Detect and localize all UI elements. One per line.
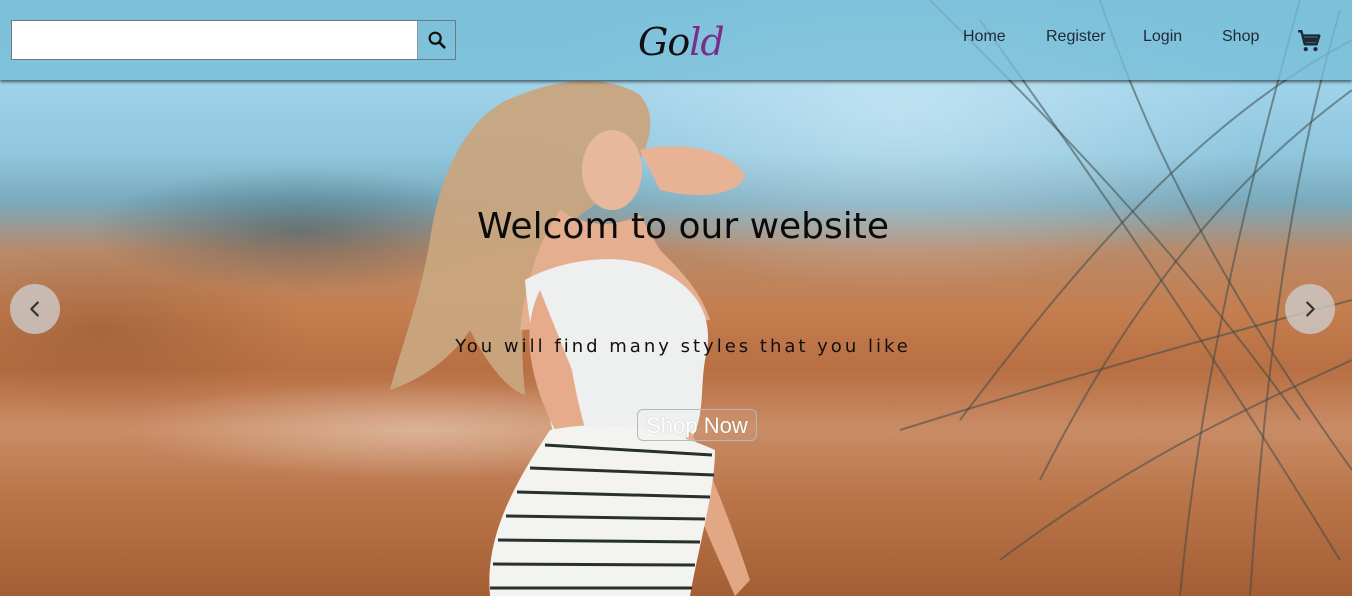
search-bar xyxy=(11,20,456,60)
nav-shop-link[interactable]: Shop xyxy=(1222,28,1259,46)
hero-model-image xyxy=(390,0,1352,596)
hero-subtitle: You will find many styles that you like xyxy=(455,336,911,357)
chevron-right-icon xyxy=(1306,301,1315,317)
carousel-next-button[interactable] xyxy=(1285,284,1335,334)
search-button[interactable] xyxy=(417,21,455,59)
page: Gold Home Register Login Shop Welcom to … xyxy=(0,0,1352,596)
nav-register-link[interactable]: Register xyxy=(1046,28,1106,46)
search-icon xyxy=(428,31,446,49)
shopping-cart-icon[interactable] xyxy=(1296,28,1322,54)
logo-text-part2: ld xyxy=(689,20,724,64)
hero-title: Welcom to our website xyxy=(476,206,890,247)
nav-home-link[interactable]: Home xyxy=(963,28,1006,46)
search-input[interactable] xyxy=(12,21,417,59)
carousel-prev-button[interactable] xyxy=(10,284,60,334)
site-logo[interactable]: Gold xyxy=(638,18,725,66)
logo-text-part1: Go xyxy=(638,20,690,64)
nav-login-link[interactable]: Login xyxy=(1143,28,1182,46)
hero-carousel-slide xyxy=(0,0,1352,596)
chevron-left-icon xyxy=(30,301,39,317)
shop-now-button[interactable]: Shop Now xyxy=(637,409,757,441)
site-header: Gold Home Register Login Shop xyxy=(0,0,1352,80)
